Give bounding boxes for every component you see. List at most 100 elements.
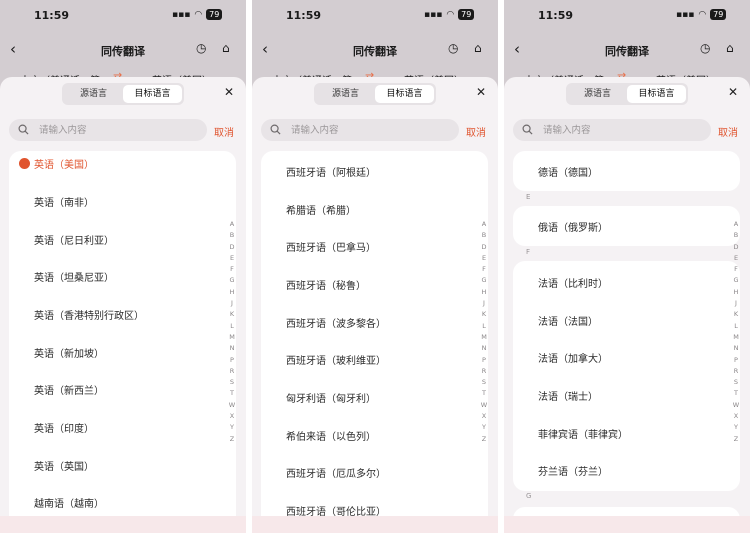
search-input[interactable] <box>291 119 451 141</box>
language-item[interactable]: 法语（法国） <box>538 313 598 328</box>
cancel-button[interactable]: 取消 <box>214 124 234 139</box>
language-item[interactable]: 英语（印度） <box>34 420 94 435</box>
index-letter[interactable]: G <box>479 275 489 286</box>
language-item[interactable]: 匈牙利语（匈牙利） <box>286 390 376 405</box>
index-letter[interactable]: Z <box>227 434 237 445</box>
index-letter[interactable]: R <box>227 366 237 377</box>
index-letter[interactable]: T <box>227 388 237 399</box>
index-letter[interactable]: Y <box>731 422 741 433</box>
index-letter[interactable]: N <box>227 343 237 354</box>
language-item[interactable]: 法语（瑞士） <box>538 388 598 403</box>
language-item[interactable]: 德语（德国） <box>538 164 598 179</box>
language-item[interactable]: 菲律宾语（菲律宾） <box>538 426 628 441</box>
index-letter[interactable]: Z <box>479 434 489 445</box>
index-letter[interactable]: T <box>479 388 489 399</box>
index-letter[interactable]: K <box>479 309 489 320</box>
index-letter[interactable]: T <box>731 388 741 399</box>
language-item[interactable]: 英语（新西兰） <box>34 382 104 397</box>
language-item[interactable]: 英语（英国） <box>34 458 94 473</box>
index-letter[interactable]: B <box>227 230 237 241</box>
language-item[interactable]: 西班牙语（巴拿马） <box>286 239 376 254</box>
index-letter[interactable]: L <box>479 321 489 332</box>
language-item[interactable]: 希伯来语（以色列） <box>286 428 376 443</box>
tab-target-language[interactable]: 目标语言 <box>627 85 686 103</box>
language-item[interactable]: 英语（南非） <box>34 194 94 209</box>
alphabet-index[interactable]: ABDEFGHJKLMNPRSTWXYZ <box>227 219 237 445</box>
close-icon[interactable]: ✕ <box>224 85 234 99</box>
language-item[interactable]: 法语（加拿大） <box>538 350 608 365</box>
tab-source-language[interactable]: 源语言 <box>64 85 123 103</box>
language-item[interactable]: 法语（比利时） <box>538 275 608 290</box>
share-icon[interactable]: ⌂ <box>222 41 230 55</box>
index-letter[interactable]: N <box>479 343 489 354</box>
index-letter[interactable]: A <box>227 219 237 230</box>
index-letter[interactable]: L <box>731 321 741 332</box>
language-item[interactable]: 西班牙语（玻利维亚） <box>286 352 386 367</box>
language-item[interactable]: 俄语（俄罗斯） <box>538 219 608 234</box>
index-letter[interactable]: H <box>227 287 237 298</box>
index-letter[interactable]: G <box>227 275 237 286</box>
index-letter[interactable]: J <box>227 298 237 309</box>
index-letter[interactable]: Z <box>731 434 741 445</box>
index-letter[interactable]: P <box>227 355 237 366</box>
index-letter[interactable]: L <box>227 321 237 332</box>
index-letter[interactable]: E <box>479 253 489 264</box>
index-letter[interactable]: S <box>227 377 237 388</box>
alphabet-index[interactable]: ABDEFGHJKLMNPRSTWXYZ <box>731 219 741 445</box>
language-item[interactable]: 西班牙语（阿根廷） <box>286 164 376 179</box>
close-icon[interactable]: ✕ <box>476 85 486 99</box>
search-input[interactable] <box>39 119 199 141</box>
index-letter[interactable]: A <box>731 219 741 230</box>
tab-source-language[interactable]: 源语言 <box>316 85 375 103</box>
index-letter[interactable]: M <box>227 332 237 343</box>
index-letter[interactable]: M <box>479 332 489 343</box>
cancel-button[interactable]: 取消 <box>466 124 486 139</box>
search-input[interactable] <box>543 119 703 141</box>
index-letter[interactable]: E <box>731 253 741 264</box>
language-item[interactable]: 英语（香港特别行政区） <box>34 307 144 322</box>
language-item[interactable]: 英语（新加坡） <box>34 345 104 360</box>
language-item[interactable]: 希腊语（希腊） <box>286 202 356 217</box>
language-item[interactable]: 英语（尼日利亚） <box>34 232 114 247</box>
tab-source-language[interactable]: 源语言 <box>568 85 627 103</box>
language-item[interactable]: 英语（坦桑尼亚） <box>34 269 114 284</box>
share-icon[interactable]: ⌂ <box>726 41 734 55</box>
index-letter[interactable]: K <box>227 309 237 320</box>
index-letter[interactable]: F <box>479 264 489 275</box>
index-letter[interactable]: K <box>731 309 741 320</box>
index-letter[interactable]: P <box>731 355 741 366</box>
index-letter[interactable]: F <box>731 264 741 275</box>
index-letter[interactable]: Y <box>227 422 237 433</box>
tab-target-language[interactable]: 目标语言 <box>375 85 434 103</box>
index-letter[interactable]: R <box>731 366 741 377</box>
history-icon[interactable]: ◷ <box>700 41 710 55</box>
index-letter[interactable]: D <box>227 242 237 253</box>
index-letter[interactable]: J <box>731 298 741 309</box>
index-letter[interactable]: X <box>227 411 237 422</box>
close-icon[interactable]: ✕ <box>728 85 738 99</box>
index-letter[interactable]: D <box>479 242 489 253</box>
cancel-button[interactable]: 取消 <box>718 124 738 139</box>
language-item[interactable]: 英语（美国） <box>34 156 94 171</box>
index-letter[interactable]: S <box>479 377 489 388</box>
index-letter[interactable]: H <box>479 287 489 298</box>
index-letter[interactable]: H <box>731 287 741 298</box>
language-item[interactable]: 西班牙语（厄瓜多尔） <box>286 465 386 480</box>
index-letter[interactable]: X <box>731 411 741 422</box>
tab-target-language[interactable]: 目标语言 <box>123 85 182 103</box>
index-letter[interactable]: W <box>479 400 489 411</box>
index-letter[interactable]: B <box>479 230 489 241</box>
index-letter[interactable]: X <box>479 411 489 422</box>
index-letter[interactable]: F <box>227 264 237 275</box>
index-letter[interactable]: R <box>479 366 489 377</box>
index-letter[interactable]: W <box>731 400 741 411</box>
history-icon[interactable]: ◷ <box>196 41 206 55</box>
index-letter[interactable]: S <box>731 377 741 388</box>
index-letter[interactable]: Y <box>479 422 489 433</box>
index-letter[interactable]: E <box>227 253 237 264</box>
index-letter[interactable]: D <box>731 242 741 253</box>
language-item[interactable]: 西班牙语（波多黎各） <box>286 315 386 330</box>
index-letter[interactable]: W <box>227 400 237 411</box>
history-icon[interactable]: ◷ <box>448 41 458 55</box>
index-letter[interactable]: A <box>479 219 489 230</box>
